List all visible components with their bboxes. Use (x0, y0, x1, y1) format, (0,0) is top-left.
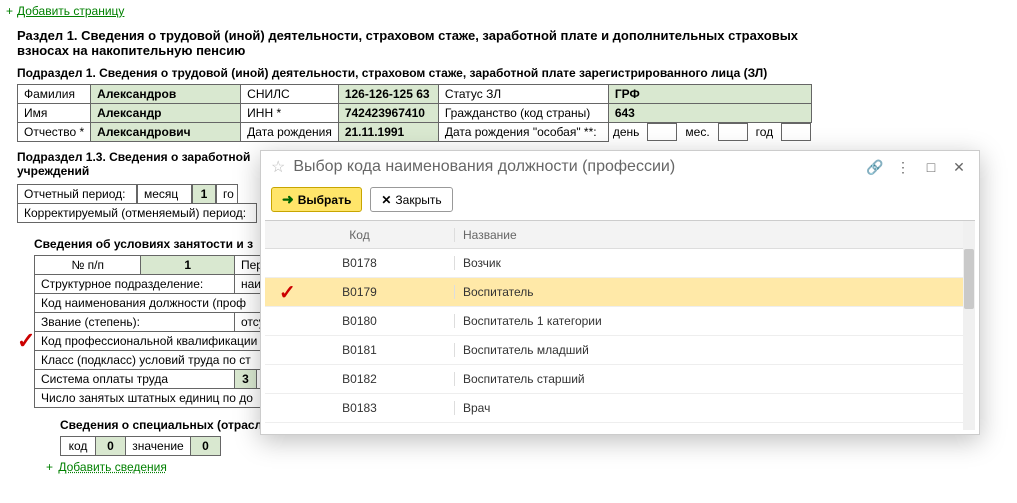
month-input[interactable] (718, 123, 748, 141)
row-name: Возчик (455, 256, 963, 270)
pay-label: Система оплаты труда (35, 370, 235, 389)
table-row[interactable]: В0182Воспитатель старший (265, 365, 963, 394)
day-input[interactable] (647, 123, 677, 141)
row-name: Воспитатель младший (455, 343, 963, 357)
day-label: день (609, 123, 644, 141)
subsection1-title: Подраздел 1. Сведения о трудовой (иной) … (17, 66, 1017, 80)
snils-value[interactable]: 126-126-125 63 (338, 85, 438, 104)
table-row[interactable]: В0180Воспитатель 1 категории (265, 307, 963, 336)
red-check-icon: ✓ (17, 328, 35, 354)
close-button-label: Закрыть (395, 193, 441, 207)
citizenship-value[interactable]: 643 (608, 104, 811, 123)
job-codes-grid: Код Название В0178Возчик✓В0179Воспитател… (265, 220, 975, 430)
birth-label: Дата рождения (241, 123, 339, 142)
birth-value[interactable]: 21.11.1991 (338, 123, 438, 142)
pay-value[interactable]: 3 (235, 370, 257, 388)
name-label: Имя (18, 104, 91, 123)
scrollbar-thumb[interactable] (964, 249, 974, 309)
selected-check-icon: ✓ (279, 280, 296, 305)
special-value-value[interactable]: 0 (191, 437, 221, 456)
plus-icon: + (46, 460, 53, 474)
citizenship-label: Гражданство (код страны) (438, 104, 608, 123)
surname-value[interactable]: Александров (91, 85, 241, 104)
year-input[interactable] (781, 123, 811, 141)
person-table: Фамилия Александров СНИЛС 126-126-125 63… (17, 84, 812, 142)
add-info-link[interactable]: Добавить сведения (58, 460, 167, 474)
special-code-value[interactable]: 0 (96, 437, 126, 456)
special-value-label: значение (126, 437, 191, 456)
patronymic-label: Отчество * (18, 123, 91, 142)
status-label: Статус ЗЛ (438, 85, 608, 104)
row-name: Врач (455, 401, 963, 415)
row-code: В0178 (265, 256, 455, 270)
report-month-label: месяц (137, 184, 192, 204)
select-arrow-icon: ➜ (282, 191, 294, 208)
special-birth-label: Дата рождения "особая" **: (438, 123, 608, 142)
subsection13-title: Подраздел 1.3. Сведения о заработной учр… (17, 150, 257, 178)
name-value[interactable]: Александр (91, 104, 241, 123)
special-table: код 0 значение 0 (60, 436, 221, 456)
grf-label: ГРФ (608, 85, 811, 104)
grid-scrollbar[interactable] (963, 221, 975, 430)
report-year-label: го (216, 184, 238, 204)
corr-period-label: Корректируемый (отменяемый) период: (17, 203, 257, 223)
close-button[interactable]: ✕ Закрыть (370, 187, 452, 212)
row-code: В0182 (265, 372, 455, 386)
table-row[interactable]: В0178Возчик (265, 249, 963, 278)
row-name: Воспитатель (455, 285, 963, 299)
snils-label: СНИЛС (241, 85, 339, 104)
more-icon[interactable]: ⋮ (893, 159, 913, 176)
row-code: В0181 (265, 343, 455, 357)
row-name: Воспитатель 1 категории (455, 314, 963, 328)
favorite-star-icon[interactable]: ☆ (271, 157, 285, 177)
col-name-header[interactable]: Название (455, 228, 975, 242)
close-icon[interactable]: ✕ (949, 159, 969, 176)
npp-label: № п/п (35, 256, 141, 275)
inn-value[interactable]: 742423967410 (338, 104, 438, 123)
row-name: Воспитатель старший (455, 372, 963, 386)
report-period-label: Отчетный период: (17, 184, 137, 204)
col-code-header[interactable]: Код (265, 228, 455, 242)
row-code: В0180 (265, 314, 455, 328)
special-code-label: код (61, 437, 96, 456)
patronymic-value[interactable]: Александрович (91, 123, 241, 142)
npp-value[interactable]: 1 (141, 256, 235, 275)
table-row[interactable]: В0181Воспитатель младший (265, 336, 963, 365)
table-row[interactable]: В0183Врач (265, 394, 963, 423)
report-month-value[interactable]: 1 (192, 184, 216, 204)
plus-icon: + (6, 4, 13, 18)
month-label: мес. (681, 123, 713, 141)
maximize-icon[interactable]: □ (921, 159, 941, 175)
table-row[interactable]: ✓В0179Воспитатель (265, 278, 963, 307)
inn-label: ИНН * (241, 104, 339, 123)
struct-label: Структурное подразделение: (35, 275, 235, 294)
dialog-title: Выбор кода наименования должности (профе… (293, 158, 857, 176)
row-code: В0183 (265, 401, 455, 415)
rank-label: Звание (степень): (35, 313, 235, 332)
add-page-link[interactable]: Добавить страницу (17, 4, 124, 18)
surname-label: Фамилия (18, 85, 91, 104)
link-icon[interactable]: 🔗 (865, 159, 885, 176)
select-button[interactable]: ➜ Выбрать (271, 187, 362, 212)
year-label: год (752, 123, 778, 141)
section1-title: Раздел 1. Сведения о трудовой (иной) дея… (17, 28, 817, 58)
job-code-picker-dialog: ☆ Выбор кода наименования должности (про… (260, 150, 980, 435)
select-button-label: Выбрать (298, 193, 352, 207)
close-x-icon: ✕ (381, 193, 391, 207)
